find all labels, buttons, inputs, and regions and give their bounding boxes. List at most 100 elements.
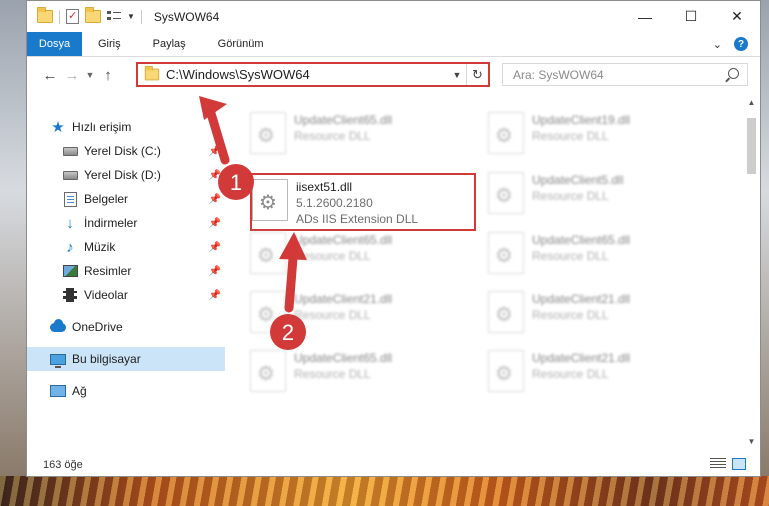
file-list: UpdateClient65.dll Resource DLL iisext51.… — [225, 94, 760, 450]
drive-icon — [62, 167, 78, 183]
address-path[interactable]: C:\Windows\SysWOW64 — [166, 67, 448, 82]
view-toggles — [710, 458, 746, 470]
tab-view[interactable]: Görünüm — [202, 32, 280, 56]
pin-icon[interactable]: 📌 — [209, 290, 221, 301]
background-wallpaper-right — [761, 0, 769, 476]
explorer-window: ▼ SysWOW64 — ☐ ✕ Dosya Giriş Paylaş Görü… — [26, 0, 761, 477]
sidebar-item-network[interactable]: Ağ — [27, 379, 225, 403]
scroll-down-icon[interactable]: ▼ — [743, 433, 760, 450]
maximize-icon[interactable]: ☐ — [668, 1, 714, 32]
list-item[interactable]: UpdateClient65.dll Resource DLL — [488, 228, 710, 284]
title-bar: ▼ SysWOW64 — ☐ ✕ — [27, 1, 760, 32]
sidebar-item-onedrive[interactable]: OneDrive — [27, 315, 225, 339]
list-item[interactable]: UpdateClient19.dll Resource DLL — [488, 108, 710, 164]
list-item[interactable]: UpdateClient5.dll Resource DLL — [488, 168, 710, 224]
content-area: ★ Hızlı erişim Yerel Disk (C:) 📌 Yerel D… — [27, 94, 760, 450]
file-version: 5.1.2600.2180 — [296, 196, 373, 210]
view-options-icon[interactable] — [107, 10, 121, 23]
sidebar-item-local-disk-c[interactable]: Yerel Disk (C:) 📌 — [27, 139, 225, 163]
pin-icon[interactable]: 📌 — [209, 146, 221, 157]
navigation-pane: ★ Hızlı erişim Yerel Disk (C:) 📌 Yerel D… — [27, 94, 225, 450]
list-item[interactable]: UpdateClient21.dll Resource DLL — [488, 287, 710, 343]
list-item[interactable]: UpdateClient21.dll Resource DLL — [488, 346, 710, 402]
folder-icon — [144, 65, 160, 81]
new-folder-icon[interactable] — [85, 7, 101, 23]
help-icon[interactable]: ? — [734, 37, 748, 51]
file-description: Resource DLL — [532, 129, 609, 143]
sidebar-item-downloads[interactable]: ↓ İndirmeler 📌 — [27, 211, 225, 235]
file-description: Resource DLL — [294, 308, 371, 322]
dll-file-icon — [250, 350, 286, 392]
pin-icon[interactable]: 📌 — [209, 242, 221, 253]
dll-file-icon — [488, 172, 524, 214]
toolbar-separator — [140, 9, 142, 24]
file-description: Resource DLL — [294, 129, 371, 143]
folder-icon[interactable] — [37, 7, 53, 23]
ribbon-tabs: Dosya Giriş Paylaş Görünüm ⌄ ? — [27, 32, 760, 57]
tab-home[interactable]: Giriş — [82, 32, 137, 56]
scroll-thumb[interactable] — [747, 118, 756, 174]
list-item[interactable]: UpdateClient65.dll Resource DLL — [250, 108, 472, 164]
file-name: UpdateClient65.dll — [532, 233, 631, 247]
address-bar[interactable]: C:\Windows\SysWOW64 ▼ ↻ — [136, 62, 490, 87]
list-item[interactable]: UpdateClient21.dll Resource DLL — [250, 287, 472, 343]
sidebar-item-quick-access[interactable]: ★ Hızlı erişim — [27, 115, 225, 139]
close-icon[interactable]: ✕ — [714, 1, 760, 32]
minimize-icon[interactable]: — — [622, 1, 668, 32]
back-arrow-icon[interactable]: ← — [39, 67, 61, 84]
search-input[interactable]: Ara: SysWOW64 — [502, 63, 748, 86]
sidebar-item-videos[interactable]: Videolar 📌 — [27, 283, 225, 307]
pin-icon[interactable]: 📌 — [209, 170, 221, 181]
sidebar-item-label: Videolar — [84, 288, 128, 302]
up-arrow-icon[interactable]: ↑ — [97, 67, 119, 84]
vertical-scrollbar[interactable]: ▲ ▼ — [743, 94, 760, 450]
search-icon[interactable] — [728, 68, 739, 79]
list-item[interactable]: UpdateClient65.dll Resource DLL — [250, 228, 472, 284]
star-icon: ★ — [51, 119, 65, 136]
sidebar-item-documents[interactable]: Belgeler 📌 — [27, 187, 225, 211]
file-description: Resource DLL — [294, 249, 371, 263]
scroll-up-icon[interactable]: ▲ — [743, 94, 760, 111]
tab-file[interactable]: Dosya — [27, 32, 82, 56]
toolbar-separator — [59, 9, 60, 24]
tiles-view-icon[interactable] — [732, 458, 746, 470]
file-name: UpdateClient19.dll — [532, 113, 631, 127]
file-name: iisext51.dll — [296, 180, 353, 194]
sidebar-item-local-disk-d[interactable]: Yerel Disk (D:) 📌 — [27, 163, 225, 187]
tab-share[interactable]: Paylaş — [137, 32, 202, 56]
quick-access-toolbar: ▼ — [37, 7, 142, 24]
dll-file-icon — [488, 291, 524, 333]
address-dropdown-icon[interactable]: ▼ — [448, 70, 466, 80]
refresh-icon[interactable]: ↻ — [466, 64, 488, 85]
dll-file-icon — [488, 232, 524, 274]
file-name: UpdateClient5.dll — [532, 173, 624, 187]
status-bar: 163 öğe — [27, 453, 760, 477]
pin-icon[interactable]: 📌 — [209, 218, 221, 229]
sidebar-item-music[interactable]: ♪ Müzik 📌 — [27, 235, 225, 259]
video-icon — [62, 287, 78, 303]
sidebar-item-label: Yerel Disk (C:) — [84, 144, 161, 158]
highlighted-file-tile[interactable]: iisext51.dll 5.1.2600.2180 ADs IIS Exten… — [250, 173, 476, 231]
file-name: UpdateClient21.dll — [294, 292, 393, 306]
details-view-icon[interactable] — [710, 458, 726, 470]
sidebar-item-this-pc[interactable]: Bu bilgisayar — [27, 347, 225, 371]
file-description: Resource DLL — [532, 367, 609, 381]
properties-icon[interactable] — [66, 9, 79, 24]
dll-file-icon — [250, 232, 286, 274]
recent-locations-icon[interactable]: ▼ — [83, 70, 97, 80]
dll-file-icon — [488, 350, 524, 392]
dll-file-icon — [250, 291, 286, 333]
sidebar-item-pictures[interactable]: Resimler 📌 — [27, 259, 225, 283]
window-title: SysWOW64 — [153, 9, 220, 24]
pin-icon[interactable]: 📌 — [209, 266, 221, 277]
ribbon-right: ⌄ ? — [713, 32, 760, 56]
customize-toolbar-icon[interactable]: ▼ — [127, 12, 135, 21]
file-description: Resource DLL — [532, 249, 609, 263]
expand-ribbon-icon[interactable]: ⌄ — [713, 38, 722, 51]
search-placeholder: Ara: SysWOW64 — [513, 67, 604, 82]
forward-arrow-icon[interactable]: → — [61, 67, 83, 84]
sidebar-item-label: Müzik — [84, 240, 116, 254]
file-name: UpdateClient65.dll — [294, 233, 393, 247]
pin-icon[interactable]: 📌 — [209, 194, 221, 205]
list-item[interactable]: UpdateClient65.dll Resource DLL — [250, 346, 472, 402]
